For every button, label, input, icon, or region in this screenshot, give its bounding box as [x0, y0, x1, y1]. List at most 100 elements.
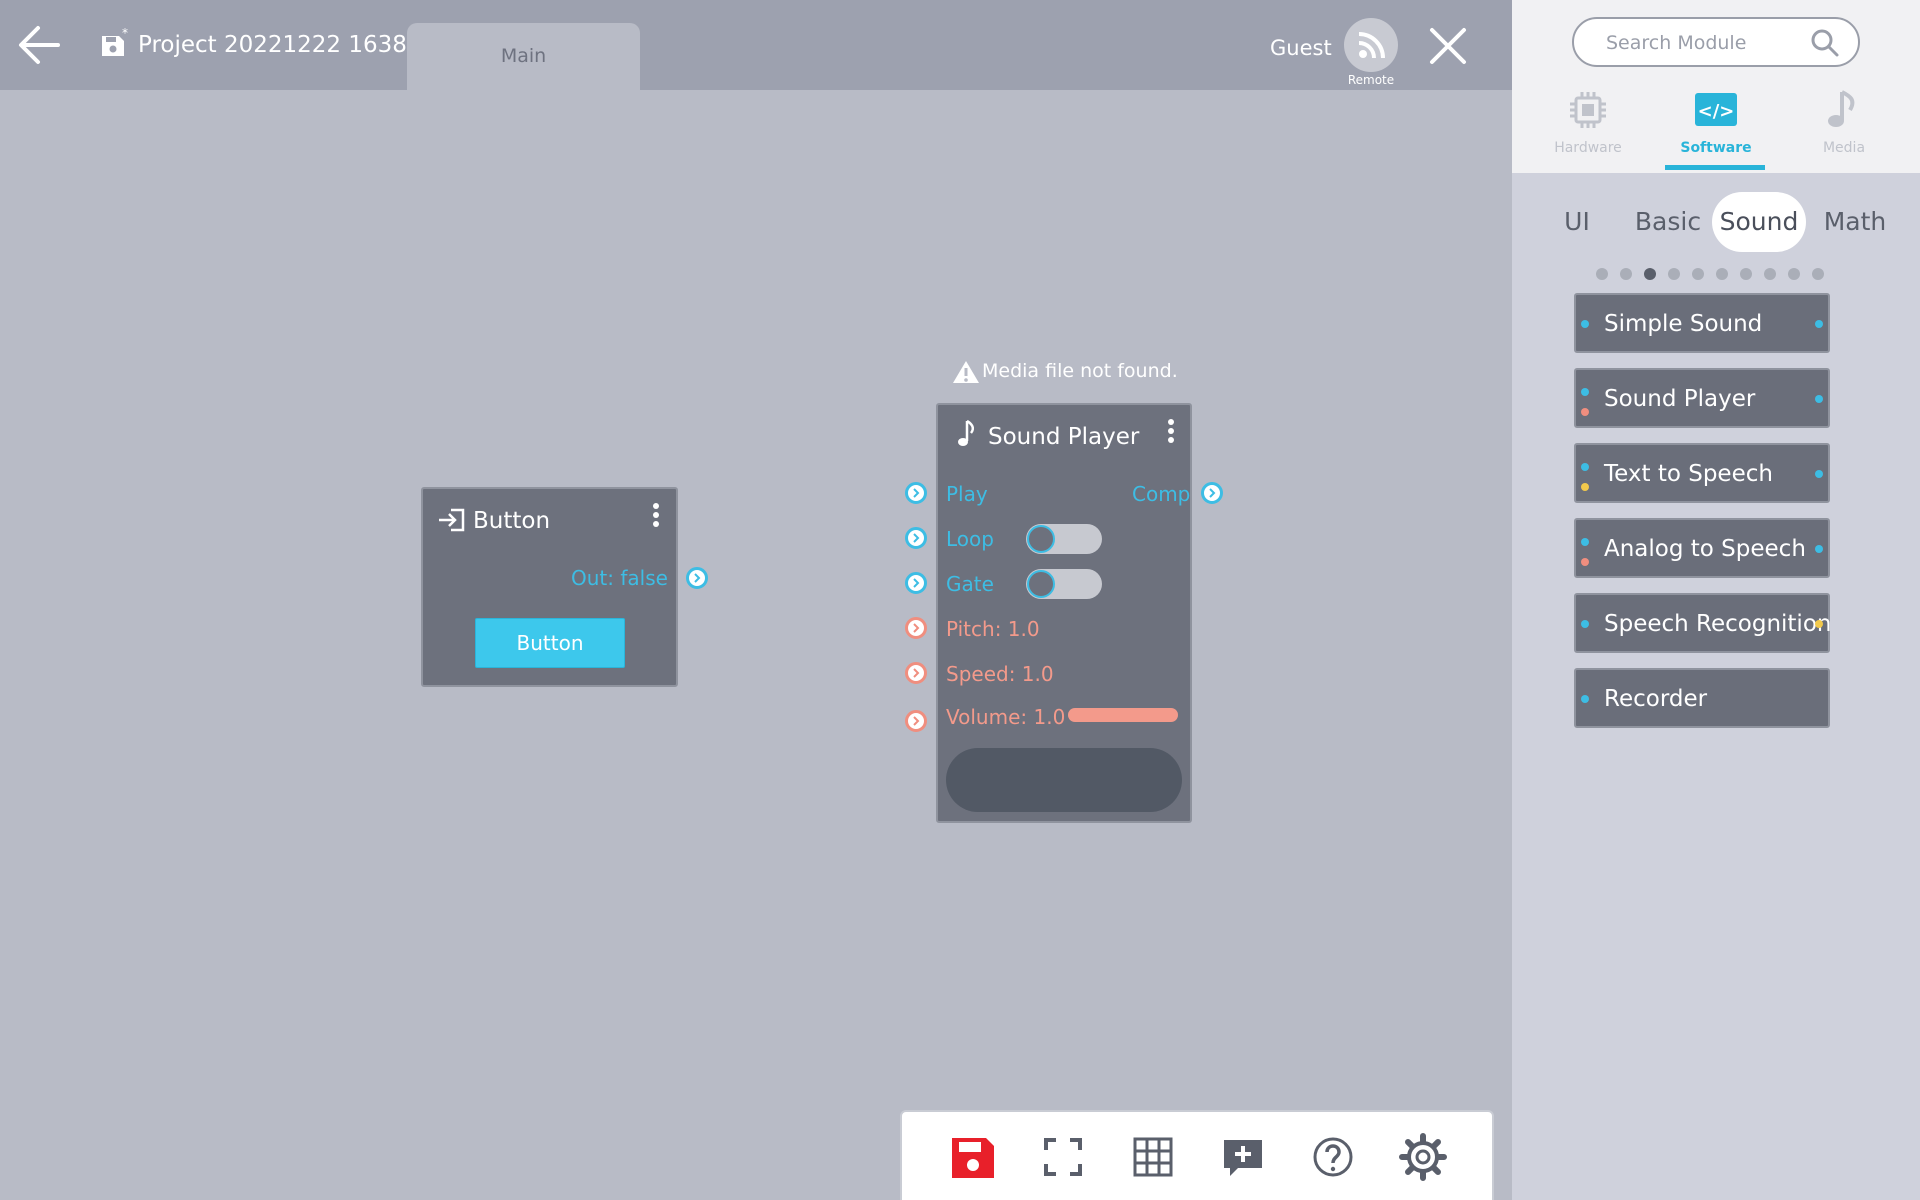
module-text-to-speech[interactable]: Text to Speech — [1574, 443, 1830, 503]
input-port-volume[interactable] — [905, 710, 927, 732]
input-port-dot — [1581, 483, 1589, 491]
output-port-dot — [1815, 395, 1823, 403]
page-dot[interactable] — [1764, 268, 1776, 280]
node-menu-icon[interactable] — [1164, 417, 1178, 447]
module-label: Simple Sound — [1604, 311, 1763, 337]
fullscreen-icon[interactable] — [1038, 1132, 1088, 1182]
port-label-comp: Comp — [1132, 482, 1191, 506]
search-icon[interactable] — [1810, 28, 1840, 58]
remote-label: Remote — [1347, 73, 1395, 87]
page-dot[interactable] — [1812, 268, 1824, 280]
input-port-pitch[interactable] — [905, 617, 927, 639]
module-label: Recorder — [1604, 686, 1708, 712]
active-tab-indicator — [1665, 165, 1765, 170]
top-bar: * Project 20221222 1638 Main Guest Remot… — [0, 0, 1512, 90]
node-title: Sound Player — [988, 424, 1140, 450]
close-icon[interactable] — [1424, 22, 1472, 70]
tab-hardware-label: Hardware — [1554, 140, 1622, 156]
help-icon[interactable] — [1308, 1132, 1358, 1182]
panel-header: Hardware </> Software Media — [1512, 0, 1920, 173]
music-note-icon — [1828, 90, 1855, 127]
tab-hardware[interactable]: Hardware — [1529, 82, 1647, 174]
module-analog-to-speech[interactable]: Analog to Speech — [1574, 518, 1830, 578]
search-box — [1572, 17, 1860, 67]
save-icon[interactable] — [948, 1132, 998, 1182]
loop-toggle[interactable] — [1026, 524, 1102, 554]
input-port-loop[interactable] — [905, 527, 927, 549]
port-label-loop: Loop — [946, 527, 994, 551]
tab-software-label: Software — [1680, 140, 1752, 156]
user-name: Guest — [1270, 36, 1332, 60]
login-arrow-icon — [439, 508, 465, 532]
tab-main[interactable]: Main — [407, 23, 640, 90]
output-port-dot — [1815, 470, 1823, 478]
port-label-play: Play — [946, 482, 988, 506]
back-arrow-icon[interactable] — [12, 18, 66, 72]
gate-toggle[interactable] — [1026, 569, 1102, 599]
input-port-play[interactable] — [905, 482, 927, 504]
module-simple-sound[interactable]: Simple Sound — [1574, 293, 1830, 353]
page-dot[interactable] — [1644, 268, 1656, 280]
page-dot[interactable] — [1668, 268, 1680, 280]
page-dot[interactable] — [1620, 268, 1632, 280]
module-recorder[interactable]: Recorder — [1574, 668, 1830, 728]
page-dot[interactable] — [1596, 268, 1608, 280]
input-port-dot — [1581, 558, 1589, 566]
input-port-dot — [1581, 695, 1589, 703]
output-port-dot — [1815, 320, 1823, 328]
media-display[interactable] — [946, 748, 1182, 812]
unsaved-save-icon: * — [100, 26, 128, 60]
sound-player-node[interactable]: Sound Player Play Comp Loop Gate Pitch: … — [936, 403, 1192, 823]
module-label: Speech Recognition — [1604, 611, 1832, 637]
port-label-speed: Speed: 1.0 — [946, 662, 1054, 686]
tab-media[interactable]: Media — [1785, 82, 1903, 174]
subtab-ui[interactable]: UI — [1542, 192, 1612, 252]
input-port-speed[interactable] — [905, 662, 927, 684]
input-port-dot — [1581, 538, 1589, 546]
chip-icon — [1570, 92, 1606, 128]
add-comment-icon[interactable] — [1218, 1132, 1268, 1182]
subcategory-tabs: UI Basic Sound Math — [1512, 192, 1920, 252]
module-label: Analog to Speech — [1604, 536, 1806, 562]
output-port[interactable] — [686, 567, 708, 589]
bottom-toolbar — [900, 1110, 1494, 1200]
input-port-dot — [1581, 620, 1589, 628]
music-note-icon — [958, 419, 975, 446]
settings-icon[interactable] — [1398, 1132, 1448, 1182]
input-port-dot — [1581, 463, 1589, 471]
subtab-basic[interactable]: Basic — [1622, 192, 1714, 252]
module-speech-recognition[interactable]: Speech Recognition — [1574, 593, 1832, 653]
node-menu-icon[interactable] — [649, 501, 663, 531]
grid-icon[interactable] — [1128, 1132, 1178, 1182]
input-port-gate[interactable] — [905, 572, 927, 594]
project-title: Project 20221222 1638 — [138, 32, 407, 58]
module-sound-player[interactable]: Sound Player — [1574, 368, 1830, 428]
node-button[interactable]: Button — [475, 618, 625, 668]
port-label-pitch: Pitch: 1.0 — [946, 617, 1040, 641]
volume-slider[interactable] — [1068, 708, 1178, 722]
page-dot[interactable] — [1788, 268, 1800, 280]
page-dot[interactable] — [1716, 268, 1728, 280]
output-port-dot — [1815, 620, 1823, 628]
output-port-comp[interactable] — [1201, 482, 1223, 504]
remote-button[interactable] — [1344, 18, 1398, 72]
output-label: Out: false — [571, 566, 668, 590]
module-panel: Hardware </> Software Media UI Basic Sou… — [1512, 0, 1920, 1200]
subtab-sound[interactable]: Sound — [1712, 192, 1806, 252]
media-warning-text: Media file not found. — [982, 360, 1178, 382]
tab-media-label: Media — [1822, 140, 1866, 156]
search-input[interactable] — [1606, 29, 1806, 57]
port-label-volume: Volume: 1.0 — [946, 705, 1066, 729]
output-port-dot — [1815, 545, 1823, 553]
svg-text:</>: </> — [1698, 101, 1735, 122]
subtab-math[interactable]: Math — [1812, 192, 1898, 252]
port-label-gate: Gate — [946, 572, 994, 596]
input-port-dot — [1581, 408, 1589, 416]
button-node[interactable]: Button Out: false Button — [421, 487, 708, 687]
page-dot[interactable] — [1692, 268, 1704, 280]
tab-software[interactable]: </> Software — [1657, 82, 1775, 174]
warning-icon — [953, 361, 979, 383]
page-dot[interactable] — [1740, 268, 1752, 280]
node-title: Button — [473, 508, 551, 534]
module-label: Text to Speech — [1604, 461, 1773, 487]
